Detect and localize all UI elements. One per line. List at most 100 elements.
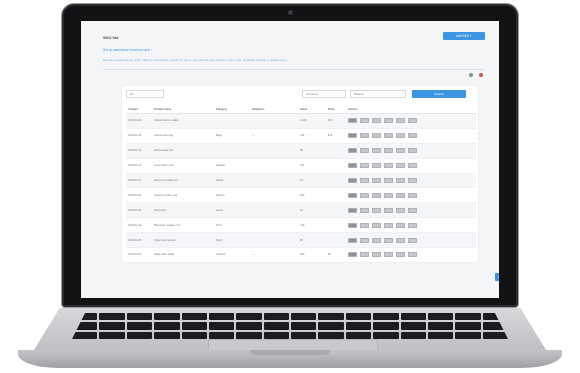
copy-icon[interactable] — [372, 252, 381, 258]
table-row[interactable]: 2019-01-12 Wool beanie hat 98 — [126, 143, 476, 159]
view-icon[interactable] — [348, 133, 357, 139]
view-icon[interactable] — [348, 178, 357, 183]
more-icon[interactable] — [408, 207, 417, 213]
view-icon[interactable] — [348, 222, 357, 228]
cell-created: 2019-02-25 — [128, 238, 142, 242]
alert-icon[interactable] — [479, 73, 483, 77]
more-icon[interactable] — [408, 222, 417, 228]
copy-icon[interactable] — [372, 192, 381, 198]
archive-icon[interactable] — [384, 252, 393, 258]
table-row[interactable]: 2019-02-19 Bluetooth speaker mini Tech 140 — [126, 218, 476, 234]
archive-icon[interactable] — [384, 163, 393, 169]
table-row[interactable]: 2019-02-06 Ceramic coffee mug Kitchen 530 — [126, 188, 476, 204]
col-variations[interactable]: Variations — [250, 108, 298, 111]
edit-icon[interactable] — [360, 178, 369, 183]
warehouse-sync-link[interactable]: Set up warehouse inventory sync › — [103, 48, 152, 52]
more-icon[interactable] — [408, 178, 417, 183]
table-row[interactable]: 2019-01-20 Linen button shirt Apparel 441 — [126, 159, 476, 174]
copy-icon[interactable] — [372, 237, 381, 243]
archive-icon[interactable] — [384, 222, 393, 228]
key — [154, 331, 180, 339]
more-icon[interactable] — [408, 237, 417, 243]
laptop-screen: SKU list Add SKU + Set up warehouse inve… — [81, 21, 499, 298]
table-header: Created Product name Category Variations… — [126, 106, 476, 114]
more-icon[interactable] — [408, 133, 417, 139]
key — [208, 331, 235, 339]
page-1-button[interactable]: 1 — [495, 273, 499, 281]
view-icon[interactable] — [348, 148, 357, 154]
table-body: 2019-01-02 Classic leather wallet 1,204 €12… — [126, 114, 476, 263]
archive-icon[interactable] — [384, 207, 393, 213]
delete-icon[interactable] — [396, 207, 405, 213]
delete-icon[interactable] — [396, 252, 405, 258]
delete-icon[interactable] — [396, 163, 405, 169]
edit-icon[interactable] — [360, 252, 369, 258]
edit-icon[interactable] — [360, 237, 369, 243]
copy-icon[interactable] — [372, 207, 381, 213]
archive-icon[interactable] — [384, 192, 393, 198]
copy-icon[interactable] — [372, 163, 381, 169]
archive-icon[interactable] — [384, 133, 393, 139]
copy-icon[interactable] — [372, 148, 381, 154]
edit-icon[interactable] — [360, 207, 369, 213]
col-stock[interactable]: Stock — [298, 108, 326, 111]
archive-icon[interactable] — [384, 178, 393, 183]
edit-icon[interactable] — [360, 192, 369, 198]
view-icon[interactable] — [348, 163, 357, 169]
more-icon[interactable] — [408, 118, 417, 124]
copy-icon[interactable] — [372, 133, 381, 139]
edit-icon[interactable] — [360, 222, 369, 228]
delete-icon[interactable] — [396, 133, 405, 139]
table-row[interactable]: 2019-01-08 Canvas tote bag Bags — 312 €15 — [126, 129, 476, 144]
view-icon[interactable] — [348, 237, 357, 243]
table-row[interactable]: 2019-03-01 Steel water bottle Outdoor — 300 €… — [126, 248, 476, 263]
delete-icon[interactable] — [396, 192, 405, 198]
archive-icon[interactable] — [384, 148, 393, 154]
edit-icon[interactable] — [360, 118, 369, 124]
key — [263, 313, 289, 321]
cell-product: Canvas tote bag — [154, 134, 173, 138]
row-actions — [346, 133, 476, 139]
edit-icon[interactable] — [360, 133, 369, 139]
search-button[interactable]: Search — [412, 90, 466, 98]
col-product[interactable]: Product name — [152, 108, 214, 111]
edit-icon[interactable] — [360, 148, 369, 154]
copy-icon[interactable] — [372, 178, 381, 183]
view-icon[interactable] — [348, 192, 357, 198]
settings-icon[interactable] — [469, 73, 473, 77]
more-icon[interactable] — [408, 192, 417, 198]
key — [126, 313, 153, 321]
archive-icon[interactable] — [384, 118, 393, 124]
col-created[interactable]: Created — [126, 108, 152, 111]
sku-table: Created Product name Category Variations… — [126, 106, 476, 263]
search-input[interactable] — [350, 90, 406, 98]
more-icon[interactable] — [408, 148, 417, 154]
table-row[interactable]: 2019-02-01 Running sneaker pro Shoes 76 — [126, 173, 476, 189]
delete-icon[interactable] — [396, 178, 405, 183]
add-sku-button[interactable]: Add SKU + — [443, 32, 485, 40]
col-category[interactable]: Category — [214, 108, 250, 111]
delete-icon[interactable] — [396, 222, 405, 228]
more-icon[interactable] — [408, 252, 417, 258]
row-actions — [346, 207, 476, 213]
key — [99, 322, 125, 330]
view-icon[interactable] — [348, 207, 357, 213]
view-icon[interactable] — [348, 252, 357, 258]
table-row[interactable]: 2019-01-02 Classic leather wallet 1,204 €12 — [126, 114, 476, 129]
cell-stock: 140 — [300, 223, 305, 227]
col-price[interactable]: Price — [326, 108, 346, 111]
table-row[interactable]: 2019-02-14 Desk lamp Home 22 — [126, 203, 476, 219]
delete-icon[interactable] — [396, 118, 405, 124]
delete-icon[interactable] — [396, 148, 405, 154]
edit-icon[interactable] — [360, 163, 369, 169]
archive-icon[interactable] — [384, 237, 393, 243]
table-row[interactable]: 2019-02-25 Yoga mat premium Sport 65 — [126, 233, 476, 249]
per-page-select[interactable]: 10 — [126, 90, 164, 98]
copy-icon[interactable] — [372, 118, 381, 124]
copy-icon[interactable] — [372, 222, 381, 228]
delete-icon[interactable] — [396, 237, 405, 243]
key — [236, 331, 262, 339]
more-icon[interactable] — [408, 163, 417, 169]
view-icon[interactable] — [348, 118, 357, 124]
status-select[interactable]: All status — [302, 90, 346, 98]
